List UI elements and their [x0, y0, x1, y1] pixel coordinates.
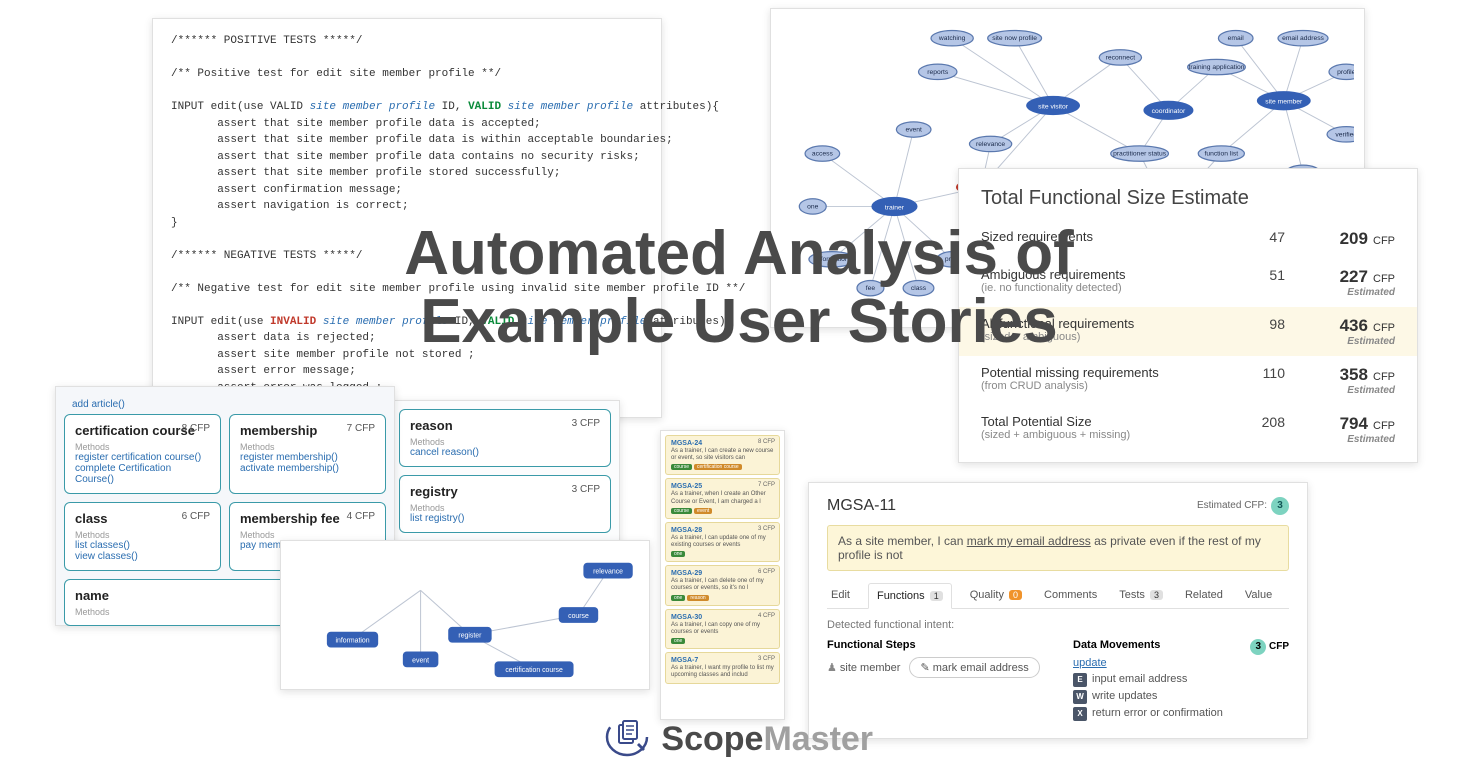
story-list-item[interactable]: MGSA-304 CFPAs a trainer, I can copy one…: [665, 609, 780, 649]
tab-edit[interactable]: Edit: [827, 583, 854, 608]
action-chip[interactable]: ✎ mark email address: [909, 657, 1039, 678]
entity-card[interactable]: certification course8 CFPMethodsregister…: [64, 414, 221, 494]
svg-text:access: access: [812, 151, 834, 158]
story-list-item[interactable]: MGSA-257 CFPAs a trainer, when I create …: [665, 478, 780, 518]
estimate-row: All functional requirements(sized + ambi…: [959, 307, 1417, 356]
detail-story-id: MGSA-11: [827, 497, 896, 515]
story-list-panel: MGSA-248 CFPAs a trainer, I can create a…: [660, 430, 785, 720]
user-icon: ♟: [827, 662, 837, 674]
svg-text:certification course: certification course: [505, 667, 563, 674]
add-article-link[interactable]: add article(): [64, 395, 386, 414]
estimate-row: Ambiguous requirements(ie. no functional…: [981, 258, 1395, 307]
svg-text:profile: profile: [1337, 69, 1354, 76]
entity-card[interactable]: class6 CFPMethodslist classes()view clas…: [64, 502, 221, 571]
size-estimate-panel: Total Functional Size Estimate Sized req…: [958, 168, 1418, 463]
tab-value[interactable]: Value: [1241, 583, 1276, 608]
svg-text:watching: watching: [938, 35, 966, 42]
svg-text:function list: function list: [1204, 151, 1238, 158]
svg-text:event: event: [412, 657, 429, 664]
mini-graph-panel: information event register certification…: [280, 540, 650, 690]
story-detail-panel: MGSA-11 Estimated CFP:3 As a site member…: [808, 482, 1308, 739]
story-list-item[interactable]: MGSA-248 CFPAs a trainer, I can create a…: [665, 435, 780, 475]
svg-text:event: event: [905, 126, 922, 133]
svg-text:relevance: relevance: [976, 141, 1005, 148]
svg-text:fee: fee: [866, 285, 876, 292]
entity-method[interactable]: list registry(): [410, 513, 600, 524]
tab-tests[interactable]: Tests 3: [1115, 583, 1167, 608]
entity-method[interactable]: register certification course(): [75, 452, 210, 463]
update-link[interactable]: update: [1073, 657, 1289, 669]
svg-text:verified: verified: [1335, 131, 1354, 138]
svg-text:coordinator: coordinator: [1152, 108, 1186, 115]
svg-text:email: email: [1228, 35, 1245, 42]
tab-functions[interactable]: Functions 1: [868, 583, 952, 609]
tab-related[interactable]: Related: [1181, 583, 1227, 608]
estimate-row: Sized requirements 47 209 CFP: [981, 220, 1395, 258]
svg-text:email address: email address: [1282, 35, 1324, 42]
story-text: As a site member, I can mark my email ad…: [827, 525, 1289, 571]
svg-text:one: one: [807, 203, 818, 210]
svg-text:training application: training application: [1188, 64, 1244, 71]
data-movement-item: Wwrite updates: [1073, 690, 1289, 704]
svg-text:site member: site member: [1265, 99, 1303, 106]
svg-text:information: information: [335, 638, 369, 645]
detected-intent-label: Detected functional intent:: [827, 619, 1289, 631]
logo: ScopeMaster: [0, 715, 1478, 764]
entity-method[interactable]: view classes(): [75, 551, 210, 562]
svg-text:reports: reports: [927, 69, 949, 76]
story-list-item[interactable]: MGSA-283 CFPAs a trainer, I can update o…: [665, 522, 780, 562]
story-list-item[interactable]: MGSA-296 CFPAs a trainer, I can delete o…: [665, 565, 780, 605]
scopemaster-icon: [605, 715, 649, 764]
svg-text:course: course: [568, 613, 589, 620]
svg-text:site visitor: site visitor: [1038, 103, 1069, 110]
svg-text:class: class: [911, 285, 927, 292]
code-block: /****** POSITIVE TESTS *****/ /** Positi…: [171, 33, 643, 396]
story-list-item[interactable]: MGSA-73 CFPAs a trainer, I want my profi…: [665, 652, 780, 684]
data-movements-heading: Data Movements 3 CFP: [1073, 639, 1289, 651]
test-code-panel: /****** POSITIVE TESTS *****/ /** Positi…: [152, 18, 662, 418]
svg-text:information: information: [815, 256, 848, 263]
tab-quality[interactable]: Quality 0: [966, 583, 1026, 608]
tab-comments[interactable]: Comments: [1040, 583, 1101, 608]
entity-card[interactable]: membership7 CFPMethodsregister membershi…: [229, 414, 386, 494]
estimated-cfp-badge: Estimated CFP:3: [1197, 497, 1289, 515]
entity-method[interactable]: list classes(): [75, 540, 210, 551]
detail-tabs: Edit Functions 1 Quality 0 Comments Tests 3 R…: [827, 583, 1289, 609]
svg-text:site now profile: site now profile: [992, 35, 1037, 42]
svg-text:practitioner status: practitioner status: [1113, 151, 1167, 158]
estimate-row: Total Potential Size(sized + ambiguous +…: [981, 405, 1395, 454]
estimate-title: Total Functional Size Estimate: [981, 187, 1395, 210]
entity-method[interactable]: activate membership(): [240, 463, 375, 474]
entity-method[interactable]: register membership(): [240, 452, 375, 463]
entity-card[interactable]: reason3 CFPMethodscancel reason(): [399, 409, 611, 467]
estimate-row: Potential missing requirements(from CRUD…: [981, 356, 1395, 405]
functional-step-row: ♟site member ✎ mark email address: [827, 657, 1043, 678]
entity-method[interactable]: cancel reason(): [410, 447, 600, 458]
entity-card[interactable]: registry3 CFPMethodslist registry(): [399, 475, 611, 533]
data-movement-item: Einput email address: [1073, 673, 1289, 687]
svg-text:register: register: [458, 633, 482, 640]
svg-text:reconnect: reconnect: [1106, 54, 1136, 61]
svg-text:trainer: trainer: [885, 204, 905, 211]
svg-text:relevance: relevance: [593, 569, 623, 576]
functional-steps-heading: Functional Steps: [827, 639, 1043, 651]
entity-method[interactable]: complete Certification Course(): [75, 463, 210, 485]
